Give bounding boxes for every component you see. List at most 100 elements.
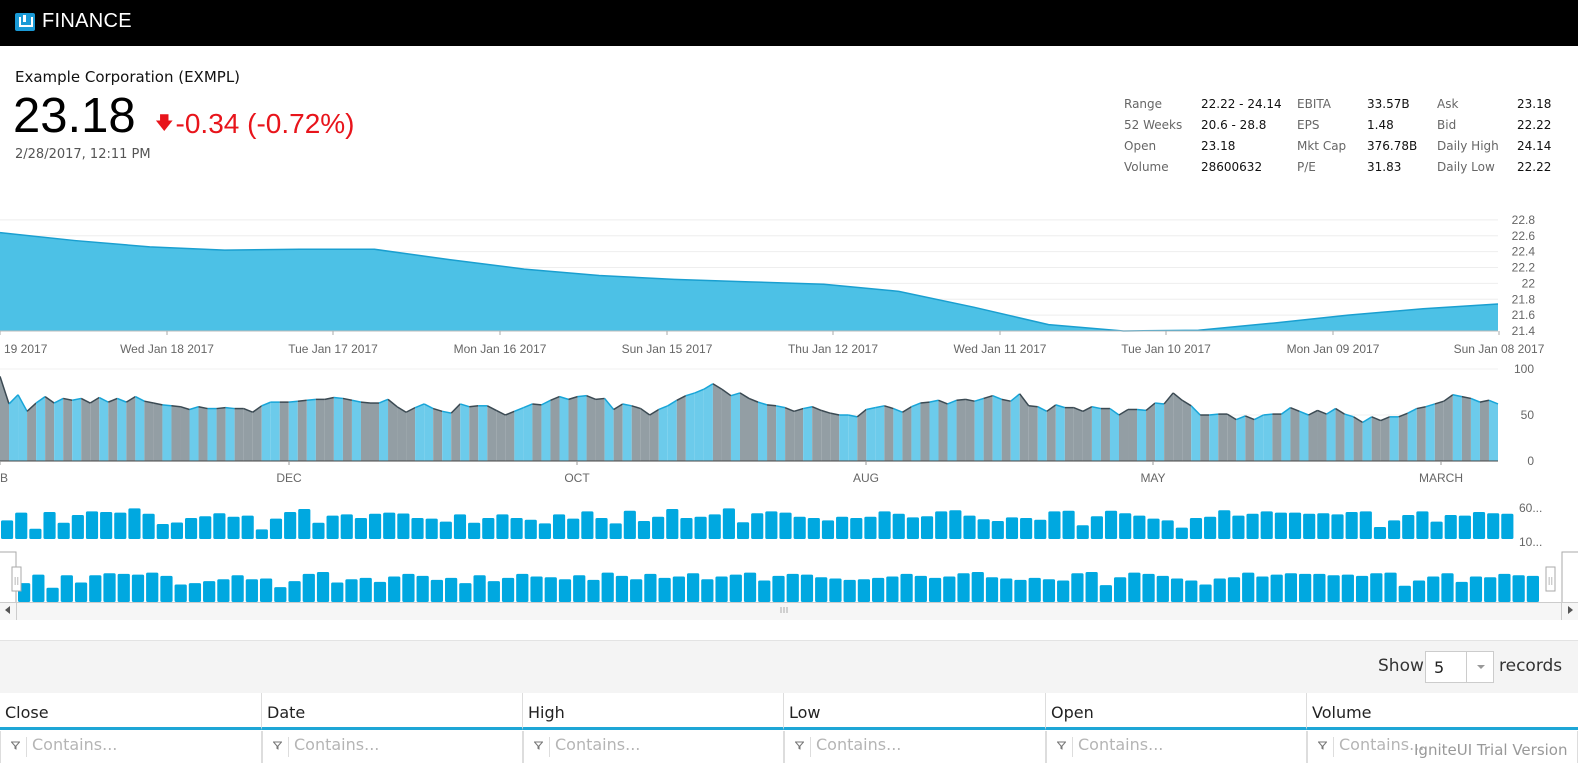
volume-bar bbox=[1402, 515, 1415, 539]
volume-bar bbox=[920, 516, 934, 539]
up-segment bbox=[424, 403, 434, 461]
down-segment bbox=[812, 406, 822, 461]
column-header-date[interactable]: Date bbox=[262, 693, 523, 730]
stat-row: 52 Weeks 20.6 - 28.8 bbox=[1124, 115, 1266, 136]
overview-volume-bar bbox=[60, 575, 73, 602]
stat-row: Ask 23.18 bbox=[1437, 94, 1551, 115]
overview-volume-bar bbox=[1242, 572, 1255, 602]
horizontal-scrollbar[interactable] bbox=[0, 602, 1578, 620]
volume-bar bbox=[1090, 516, 1103, 539]
x-tick-label: DEC bbox=[276, 471, 302, 485]
segment-line bbox=[1155, 402, 1165, 405]
up-segment bbox=[523, 403, 533, 461]
down-segment bbox=[1479, 400, 1489, 461]
down-segment bbox=[171, 405, 181, 461]
column-header-label: Volume bbox=[1312, 703, 1372, 722]
column-header-low[interactable]: Low bbox=[784, 693, 1046, 730]
down-segment bbox=[433, 408, 443, 461]
volume-bar bbox=[312, 522, 325, 539]
filter-icon[interactable] bbox=[795, 741, 804, 750]
overview-volume-bar bbox=[530, 576, 543, 602]
down-segment bbox=[785, 407, 795, 461]
column-header-high[interactable]: High bbox=[523, 693, 784, 730]
overview-volume-bar bbox=[203, 581, 216, 602]
volume-bar bbox=[892, 513, 905, 539]
overview-volume-bar bbox=[473, 575, 486, 602]
overview-volume-bar bbox=[160, 575, 173, 602]
overview-volume-bar bbox=[1142, 573, 1155, 602]
filter-input-close[interactable] bbox=[32, 735, 232, 754]
volume-bar bbox=[85, 511, 99, 539]
volume-bar bbox=[128, 508, 141, 539]
column-header-volume[interactable]: Volume bbox=[1307, 693, 1578, 730]
stat-label: Volume bbox=[1124, 160, 1169, 174]
x-tick-label: MAY bbox=[1140, 471, 1165, 485]
volume-bar bbox=[850, 518, 863, 539]
overview-volume-bar bbox=[445, 577, 458, 602]
up-segment bbox=[1055, 404, 1065, 461]
x-tick-label: Sun Jan 08 2017 bbox=[1454, 342, 1545, 356]
down-segment bbox=[902, 406, 912, 461]
overview-volume-bar bbox=[373, 581, 387, 602]
down-segment bbox=[1064, 407, 1074, 461]
overview-volume-bar bbox=[743, 572, 757, 602]
up-segment bbox=[875, 405, 885, 461]
column-header-label: High bbox=[528, 703, 565, 722]
volume-bar bbox=[326, 515, 339, 539]
up-segment bbox=[135, 396, 145, 461]
filter-separator bbox=[1333, 737, 1334, 757]
x-tick-label: Sun Jan 15 2017 bbox=[622, 342, 713, 356]
down-segment bbox=[496, 410, 506, 461]
stat-row: Open 23.18 bbox=[1124, 136, 1235, 157]
filter-icon[interactable] bbox=[1318, 741, 1327, 750]
filter-input-low[interactable] bbox=[816, 735, 1016, 754]
filter-input-open[interactable] bbox=[1078, 735, 1278, 754]
down-segment bbox=[81, 398, 91, 461]
volume-bar bbox=[1034, 519, 1047, 539]
down-segment bbox=[342, 398, 352, 461]
up-segment bbox=[1137, 409, 1147, 461]
filter-input-high[interactable] bbox=[555, 735, 755, 754]
filter-icon[interactable] bbox=[1057, 741, 1066, 750]
up-segment bbox=[225, 407, 235, 461]
down-segment bbox=[640, 408, 650, 461]
down-segment bbox=[1443, 394, 1453, 461]
chevron-down-icon[interactable] bbox=[1466, 652, 1493, 682]
volume-bar bbox=[227, 516, 240, 539]
filter-icon[interactable] bbox=[534, 741, 543, 750]
down-segment bbox=[1398, 413, 1408, 461]
stats-column: Ask 23.18 Bid 22.22 Daily High 24.14 Daily … bbox=[1437, 94, 1551, 178]
stat-row: Range 22.22 - 24.14 bbox=[1124, 94, 1282, 115]
overview-volume-bar bbox=[1071, 573, 1084, 602]
up-segment bbox=[117, 398, 127, 461]
up-segment bbox=[1362, 416, 1372, 461]
stat-row: EPS 1.48 bbox=[1297, 115, 1394, 136]
volume-bar bbox=[1232, 515, 1245, 539]
up-segment bbox=[667, 400, 677, 461]
down-segment bbox=[631, 405, 641, 461]
overview-volume-bar bbox=[928, 577, 942, 602]
overview-volume-bar bbox=[843, 579, 856, 602]
up-segment bbox=[162, 404, 172, 461]
up-segment bbox=[1209, 414, 1219, 461]
overview-chart[interactable]: 0 50 100 EB DEC OCT AUG MAY MARCH bbox=[0, 362, 1578, 492]
price-change-value: -0.34 (-0.72%) bbox=[175, 108, 355, 139]
filter-icon[interactable] bbox=[11, 741, 20, 750]
filter-input-date[interactable] bbox=[294, 735, 494, 754]
volume-bar bbox=[1274, 512, 1287, 539]
filter-icon[interactable] bbox=[273, 741, 282, 750]
volume-chart[interactable]: 60... 10... || || bbox=[0, 495, 1578, 620]
overview-volume-bar bbox=[1042, 579, 1056, 602]
stat-label: Mkt Cap bbox=[1297, 139, 1347, 153]
overview-volume-bar bbox=[1057, 580, 1070, 602]
page-size-select[interactable]: 5 bbox=[1425, 651, 1494, 683]
column-header-open[interactable]: Open bbox=[1046, 693, 1307, 730]
up-segment bbox=[803, 406, 813, 461]
overview-volume-bar bbox=[459, 583, 472, 602]
down-segment bbox=[920, 402, 930, 461]
stat-value: 22.22 bbox=[1517, 160, 1552, 174]
column-header-close[interactable]: Close bbox=[0, 693, 262, 730]
up-segment bbox=[577, 395, 587, 461]
price-chart[interactable]: 21.4 21.6 21.8 2222.2 22.4 22.6 22.8 19 2017 Wed… bbox=[0, 200, 1578, 365]
y-tick-label: 22 bbox=[1522, 276, 1536, 290]
